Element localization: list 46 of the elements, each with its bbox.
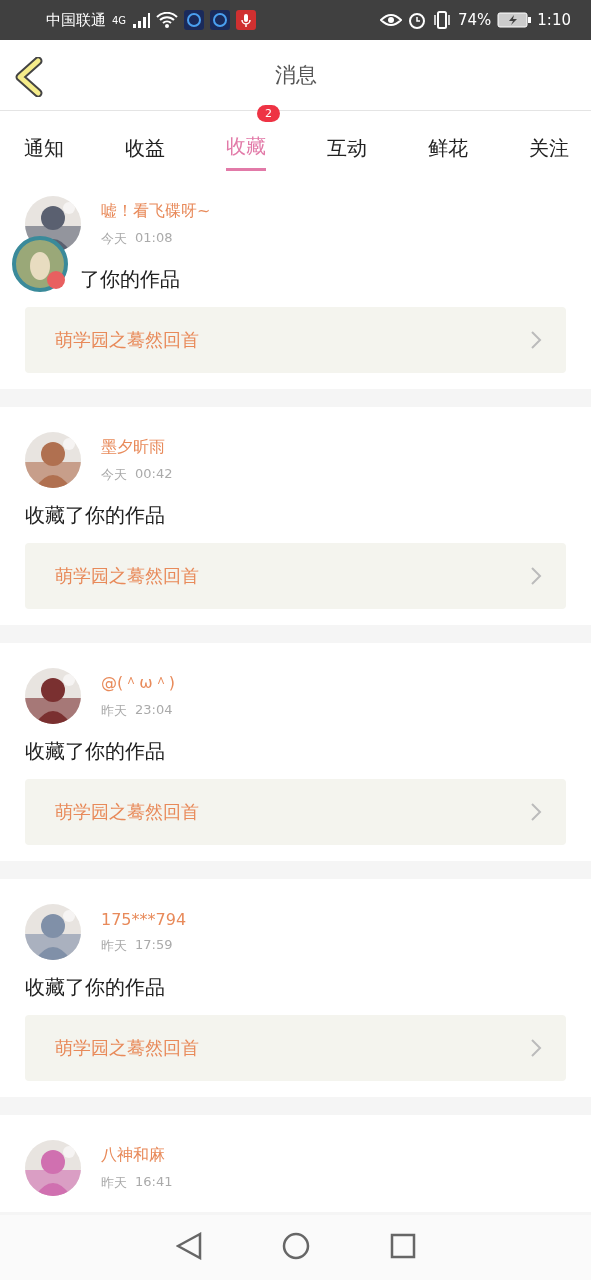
eye-icon [379, 12, 402, 28]
user-name: 八神和麻 [101, 1144, 166, 1166]
user-name: 嘘！看飞碟呀~ [101, 200, 211, 222]
message-text: 收藏了你的作品 [25, 974, 166, 1001]
chevron-icon [530, 802, 542, 822]
carrier-text: 中国联通 [46, 10, 106, 30]
app-icon [210, 10, 231, 30]
message-text: 了你的作品 [79, 266, 181, 293]
user-name: @(＾ω＾) [101, 672, 175, 694]
app-icon [184, 10, 205, 30]
clock-text: 1:10 [537, 11, 571, 29]
time-label: 23:04 [135, 701, 173, 719]
message-text: 收藏了你的作品 [25, 502, 166, 529]
day-label: 昨天 [101, 936, 127, 955]
chevron-icon [530, 330, 542, 350]
microphone-icon [236, 10, 257, 30]
chevron-icon [530, 566, 542, 586]
time-label: 17:59 [135, 936, 173, 954]
floating-ball-icon[interactable] [12, 236, 68, 292]
day-label: 昨天 [101, 701, 127, 720]
battery-icon [497, 12, 532, 28]
wifi-icon [156, 12, 179, 28]
tab[interactable]: 互动 [327, 111, 367, 171]
day-label: 今天 [101, 229, 127, 248]
back-nav-button[interactable] [175, 1232, 202, 1263]
tab[interactable]: 鲜花 [428, 111, 468, 171]
count-badge: 2 [257, 105, 280, 122]
user-name: 175***794 [101, 909, 187, 929]
vibrate-icon [431, 11, 452, 29]
back-button[interactable] [14, 57, 44, 100]
time-label: 00:42 [135, 465, 173, 483]
chevron-icon [530, 1038, 542, 1058]
day-label: 昨天 [101, 1173, 127, 1192]
message-text: 收藏了你的作品 [25, 738, 166, 765]
day-label: 今天 [101, 465, 127, 484]
network-text: 4G [112, 14, 127, 26]
time-label: 16:41 [135, 1173, 173, 1191]
battery-percent: 74% [457, 11, 492, 29]
time-label: 01:08 [135, 229, 173, 247]
page-title: 消息 [274, 62, 317, 89]
tab[interactable]: 收益 [125, 111, 165, 171]
user-name: 墨夕昕雨 [101, 436, 166, 458]
tab[interactable]: 通知 [24, 111, 64, 171]
alarm-icon [407, 11, 426, 29]
signal-icon [132, 12, 151, 28]
tab[interactable]: 关注 [529, 111, 569, 171]
